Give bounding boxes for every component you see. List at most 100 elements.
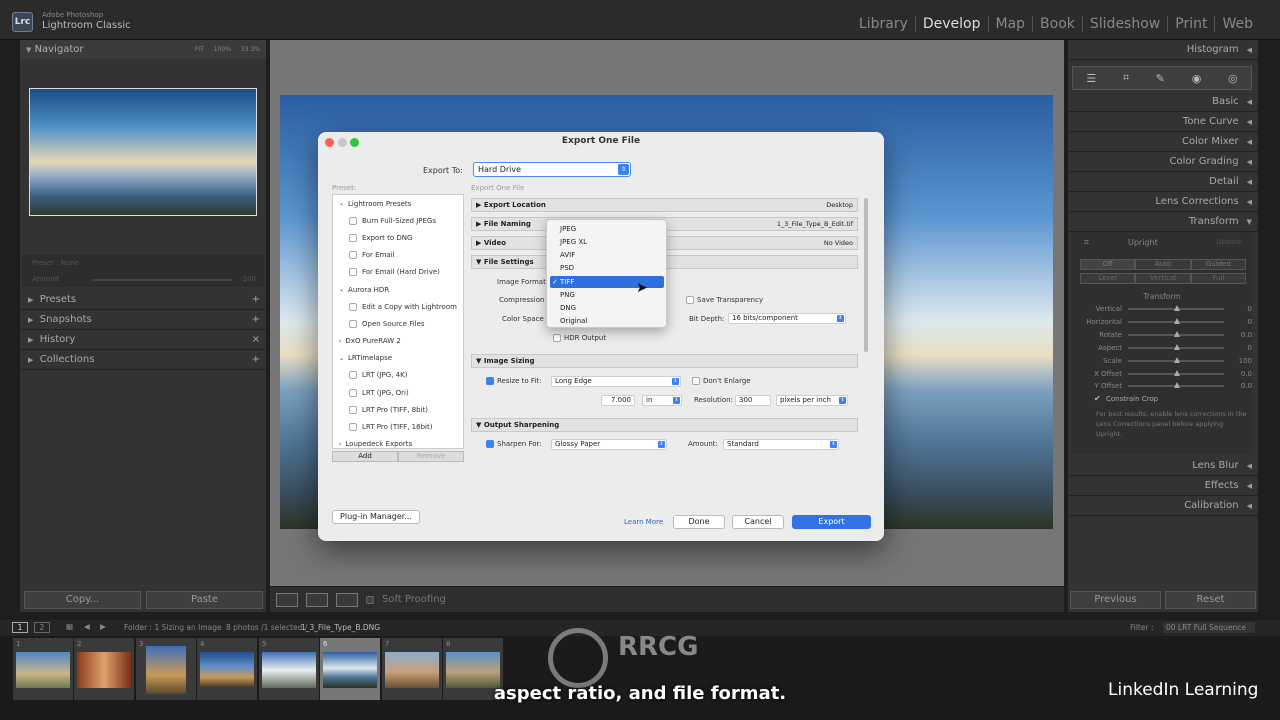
output-sharpening-section[interactable]: ▼ Output Sharpening <box>471 418 858 432</box>
preset-item[interactable]: LRT Pro (TIFF, 16bit) <box>333 418 463 435</box>
preset-item[interactable]: Edit a Copy with Lightroom <box>333 298 463 315</box>
presets-header[interactable]: ▶ Presets + <box>20 290 266 310</box>
upright-full-button[interactable]: Full <box>1190 273 1246 284</box>
preset-item[interactable]: Export to DNG <box>333 229 463 246</box>
grid-view-icon[interactable]: ▦ <box>66 622 73 631</box>
plugin-manager-button[interactable]: Plug-in Manager... <box>332 510 420 524</box>
slider-knob[interactable] <box>1174 370 1181 376</box>
folder-path[interactable]: Folder : 1 Sizing an Image <box>124 623 222 632</box>
preset-checkbox[interactable] <box>349 251 357 260</box>
preset-item[interactable]: LRT (JPG, 4K) <box>333 367 463 384</box>
transform-header[interactable]: Transform ▼ <box>1068 212 1258 232</box>
export-to-select[interactable]: Hard Drive ⇕ <box>473 162 631 177</box>
preset-item[interactable]: For Email <box>333 247 463 264</box>
horizontal-slider[interactable]: Horizontal 0 <box>1072 318 1252 326</box>
upright-auto-button[interactable]: Auto <box>1135 259 1191 270</box>
module-library[interactable]: Library <box>852 16 915 32</box>
upright-guided-button[interactable]: Guided <box>1190 259 1246 270</box>
export-button[interactable]: Export <box>792 515 871 529</box>
update-button[interactable]: Update <box>1217 238 1242 246</box>
resolution-unit-select[interactable]: pixels per inch ⇕ <box>776 395 848 406</box>
preset-item[interactable]: Open Source Files <box>333 315 463 332</box>
slider-knob[interactable] <box>1174 318 1181 324</box>
slider-knob[interactable] <box>1174 305 1181 311</box>
format-option-psd[interactable]: PSD <box>550 262 664 274</box>
preset-checkbox[interactable] <box>349 423 357 432</box>
navigator-header[interactable]: ▼ Navigator FIT 100% 33.3% <box>20 40 266 59</box>
module-web[interactable]: Web <box>1214 16 1260 32</box>
collections-header[interactable]: ▶ Collections + <box>20 350 266 370</box>
image-sizing-section[interactable]: ▼ Image Sizing <box>471 354 858 368</box>
amount-slider[interactable] <box>92 279 232 281</box>
slider-value[interactable]: 0 <box>1230 305 1252 313</box>
zoom-33[interactable]: 33.3% <box>241 46 260 53</box>
healing-icon[interactable]: ✎ <box>1156 72 1165 85</box>
slider-track[interactable] <box>1128 357 1224 363</box>
slider-knob[interactable] <box>1174 357 1181 363</box>
zoom-fit[interactable]: FIT <box>195 46 204 53</box>
slider-track[interactable] <box>1128 318 1224 324</box>
detail-header[interactable]: Detail ◀ <box>1068 172 1258 192</box>
preset-item[interactable]: LRT (JPG, Ori) <box>333 384 463 401</box>
preset-checkbox[interactable] <box>349 319 357 328</box>
rotate-slider[interactable]: Rotate 0.0 <box>1072 331 1252 339</box>
filter-select[interactable]: 00 LRT Full Sequence <box>1163 622 1255 633</box>
slider-value[interactable]: 0.0 <box>1230 370 1252 378</box>
learn-more-link[interactable]: Learn More <box>624 518 663 526</box>
resize-to-fit-checkbox[interactable] <box>486 377 494 385</box>
module-slideshow[interactable]: Slideshow <box>1081 16 1167 32</box>
x-offset-slider[interactable]: X Offset 0.0 <box>1072 370 1252 378</box>
slider-track[interactable] <box>1128 331 1224 337</box>
preset-checkbox[interactable] <box>349 268 357 277</box>
lens-corrections-header[interactable]: Lens Corrections ◀ <box>1068 192 1258 212</box>
tone-curve-header[interactable]: Tone Curve ◀ <box>1068 112 1258 132</box>
amount-select[interactable]: Standard ⇕ <box>723 439 839 450</box>
size-input[interactable]: 7.000 <box>601 395 635 406</box>
remove-preset-button[interactable]: Remove <box>398 451 464 462</box>
settings-scrollbar[interactable] <box>864 198 868 352</box>
clear-icon[interactable]: × <box>252 334 260 345</box>
sharpen-for-checkbox[interactable] <box>486 440 494 448</box>
snapshots-header[interactable]: ▶ Snapshots + <box>20 310 266 330</box>
hdr-output-checkbox[interactable] <box>553 334 561 342</box>
basic-header[interactable]: Basic ◀ <box>1068 92 1258 112</box>
edit-sliders-icon[interactable]: ☰ <box>1086 72 1096 85</box>
color-grading-header[interactable]: Color Grading ◀ <box>1068 152 1258 172</box>
forward-arrow-icon[interactable]: ▶ <box>100 622 106 631</box>
reset-button[interactable]: Reset <box>1165 591 1256 609</box>
export-location-section[interactable]: ▶ Export Location Desktop <box>471 198 858 212</box>
effects-header[interactable]: Effects ◀ <box>1068 476 1258 496</box>
scale-slider[interactable]: Scale 100 <box>1072 357 1252 365</box>
aspect-slider[interactable]: Aspect 0 <box>1072 344 1252 352</box>
format-option-jpeg[interactable]: JPEG <box>550 223 664 235</box>
sharpen-for-select[interactable]: Glossy Paper ⇕ <box>551 439 667 450</box>
preset-item[interactable]: LRT Pro (TIFF, 8bit) <box>333 401 463 418</box>
lens-blur-header[interactable]: Lens Blur ◀ <box>1068 456 1258 476</box>
slider-knob[interactable] <box>1174 344 1181 350</box>
preset-item[interactable]: For Email (Hard Drive) <box>333 264 463 281</box>
cancel-button[interactable]: Cancel <box>732 515 784 529</box>
masking-icon[interactable]: ◎ <box>1228 72 1238 85</box>
slider-value[interactable]: 0.0 <box>1230 382 1252 390</box>
before-after-icon[interactable] <box>306 592 328 607</box>
previous-button[interactable]: Previous <box>1070 591 1161 609</box>
upright-level-button[interactable]: Level <box>1080 273 1136 284</box>
resize-to-fit-select[interactable]: Long Edge ⇕ <box>551 376 681 387</box>
slider-track[interactable] <box>1128 370 1224 376</box>
copy-button[interactable]: Copy... <box>24 591 141 609</box>
back-arrow-icon[interactable]: ◀ <box>84 622 90 631</box>
selected-filename[interactable]: 1_3_File_Type_B.DNG <box>301 623 380 632</box>
bit-depth-select[interactable]: 16 bits/component ⇕ <box>728 313 846 324</box>
soft-proofing-checkbox[interactable] <box>366 595 374 604</box>
resolution-input[interactable]: 300 <box>735 395 771 406</box>
module-develop[interactable]: Develop <box>914 16 988 32</box>
preset-item[interactable]: Burn Full-Sized JPEGs <box>333 212 463 229</box>
slider-knob[interactable] <box>1174 382 1181 388</box>
before-after-options-icon[interactable] <box>336 592 358 607</box>
slider-value[interactable]: 100 <box>1230 357 1252 365</box>
vertical-slider[interactable]: Vertical 0 <box>1072 305 1252 313</box>
slider-track[interactable] <box>1128 344 1224 350</box>
loupe-view-icon[interactable] <box>276 592 298 607</box>
slider-track[interactable] <box>1128 305 1224 311</box>
paste-button[interactable]: Paste <box>146 591 263 609</box>
